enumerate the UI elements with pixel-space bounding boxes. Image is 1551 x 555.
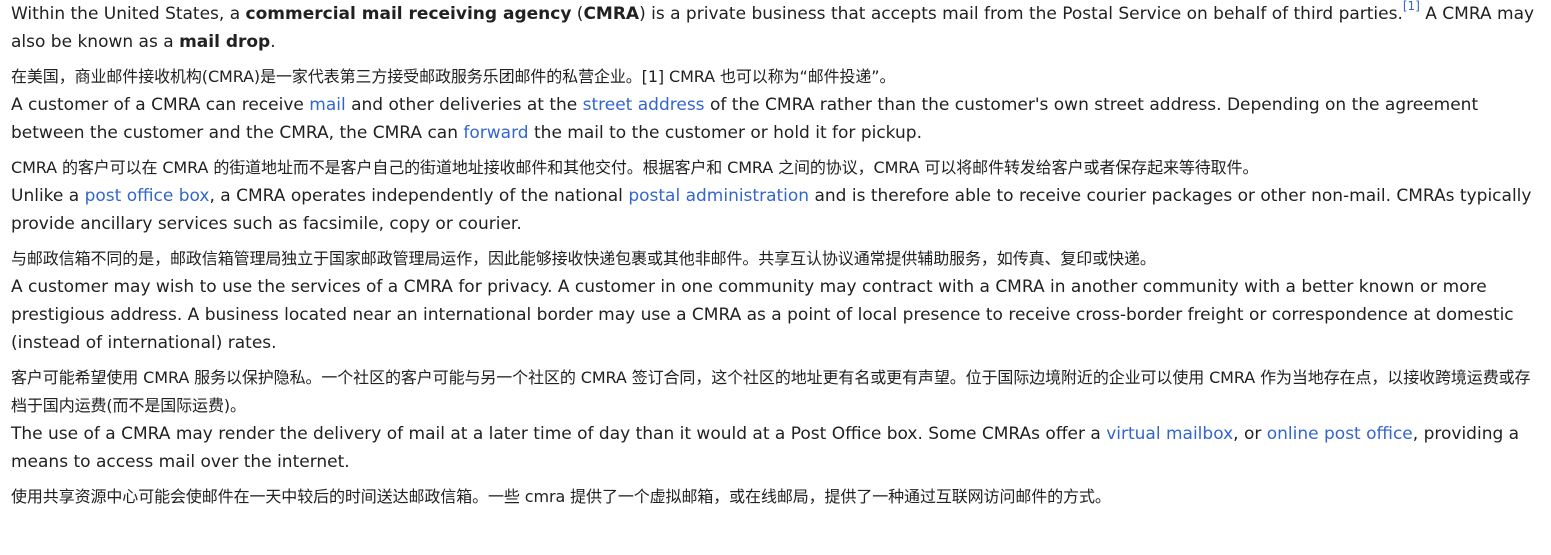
link-street-address[interactable]: street address <box>583 95 705 115</box>
paragraph-delivery-translation: 使用共享资源中心可能会使邮件在一天中较后的时间送达邮政信箱。一些 cmra 提供… <box>11 487 1111 506</box>
link-postal-administration[interactable]: postal administration <box>628 186 809 206</box>
link-mail[interactable]: mail <box>309 95 345 115</box>
link-post-office-box[interactable]: post office box <box>85 186 210 206</box>
paragraph-unlike: Unlike a post office box, a CMRA operate… <box>11 182 1543 238</box>
paragraph-privacy-translation: 客户可能希望使用 CMRA 服务以保护隐私。一个社区的客户可能与另一个社区的 C… <box>11 368 1531 415</box>
link-online-post-office[interactable]: online post office <box>1267 424 1413 444</box>
text: ( <box>571 4 584 24</box>
paragraph-unlike-translation: 与邮政信箱不同的是，邮政信箱管理局独立于国家邮政管理局运作，因此能够接收快递包裹… <box>11 249 1156 268</box>
text: the mail to the customer or hold it for … <box>528 123 922 143</box>
paragraph-intro: Within the United States, a commercial m… <box>11 0 1543 56</box>
term-bold: CMRA <box>583 4 640 24</box>
text: and other deliveries at the <box>345 95 583 115</box>
text: Within the United States, a <box>11 4 246 24</box>
text: . <box>270 32 276 52</box>
paragraph-intro-translation: 在美国，商业邮件接收机构(CMRA)是一家代表第三方接受邮政服务乐团邮件的私营企… <box>11 67 896 86</box>
text: ) is a private business that accepts mai… <box>639 4 1403 24</box>
text: A customer may wish to use the services … <box>11 277 1514 353</box>
text: , a CMRA operates independently of the n… <box>209 186 629 206</box>
term-bold: mail drop <box>179 32 271 52</box>
paragraph-delivery: The use of a CMRA may render the deliver… <box>11 420 1543 476</box>
paragraph-privacy: A customer may wish to use the services … <box>11 273 1543 357</box>
paragraph-customer: A customer of a CMRA can receive mail an… <box>11 91 1543 147</box>
text: The use of a CMRA may render the deliver… <box>11 424 1107 444</box>
text: , or <box>1233 424 1267 444</box>
reference-link[interactable]: [1] <box>1403 0 1420 13</box>
text: Unlike a <box>11 186 85 206</box>
link-forward[interactable]: forward <box>463 123 528 143</box>
link-virtual-mailbox[interactable]: virtual mailbox <box>1106 424 1233 444</box>
paragraph-customer-translation: CMRA 的客户可以在 CMRA 的街道地址而不是客户自己的街道地址接收邮件和其… <box>11 158 1259 177</box>
text: A customer of a CMRA can receive <box>11 95 310 115</box>
term-bold: commercial mail receiving agency <box>245 4 572 24</box>
article-body: Within the United States, a commercial m… <box>0 0 1551 511</box>
